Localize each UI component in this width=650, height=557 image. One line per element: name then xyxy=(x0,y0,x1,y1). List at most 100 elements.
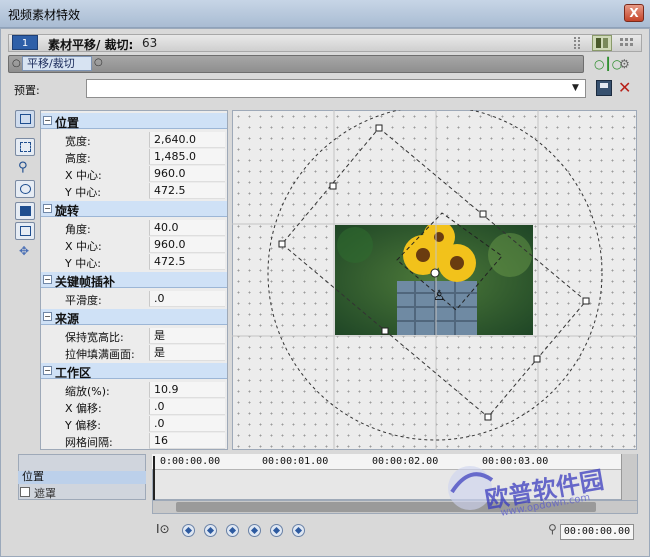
track-position[interactable]: 位置 xyxy=(18,471,146,484)
vertical-scrollbar[interactable] xyxy=(621,454,637,500)
crop-handle[interactable] xyxy=(479,210,487,218)
move-freely-tool[interactable] xyxy=(15,202,35,220)
track-mask[interactable]: 遮罩 xyxy=(34,485,56,501)
prop-label: X 中心: xyxy=(65,169,102,182)
preset-select[interactable] xyxy=(86,79,586,98)
crop-handle[interactable] xyxy=(533,355,541,363)
prop-row[interactable]: Y 偏移: .0 xyxy=(41,415,227,432)
zoom-icon: ⚲ xyxy=(18,160,28,175)
prop-row[interactable]: 角度: 40.0 xyxy=(41,219,227,236)
prop-row[interactable]: X 中心: 960.0 xyxy=(41,236,227,253)
prop-row[interactable]: Y 中心: 472.5 xyxy=(41,182,227,199)
prop-label: Y 偏移: xyxy=(65,419,101,432)
section-title: 工作区 xyxy=(55,366,92,380)
chevron-down-icon[interactable]: ▼ xyxy=(572,83,579,93)
grip-icon[interactable] xyxy=(574,37,580,49)
prop-value[interactable]: 472.5 xyxy=(149,254,225,270)
add-keyframe-button[interactable] xyxy=(270,524,283,537)
title-bar xyxy=(0,0,650,28)
prop-row[interactable]: X 中心: 960.0 xyxy=(41,165,227,182)
envelope-tool[interactable] xyxy=(15,222,35,240)
section-rotation[interactable]: − 旋转 xyxy=(41,201,227,218)
crop-handle[interactable] xyxy=(278,240,286,248)
ruler-tick: 0:00:00.00 xyxy=(160,456,221,467)
media-badge: 1 xyxy=(12,35,38,50)
crop-handle[interactable] xyxy=(484,413,492,421)
collapse-icon[interactable]: − xyxy=(43,116,52,125)
prop-value[interactable]: 960.0 xyxy=(149,237,225,253)
select-icon xyxy=(20,142,31,152)
playhead[interactable] xyxy=(153,456,155,500)
collapse-icon[interactable]: − xyxy=(43,312,52,321)
prop-row[interactable]: Y 中心: 472.5 xyxy=(41,253,227,270)
prop-value[interactable]: 16 xyxy=(149,433,225,449)
plug-icon[interactable]: ○┃○ xyxy=(594,57,622,71)
grid-layout-icon xyxy=(620,38,633,46)
prop-label: Y 中心: xyxy=(65,186,101,199)
prop-row[interactable]: 宽度: 2,640.0 xyxy=(41,131,227,148)
prop-label: 保持宽高比: xyxy=(65,331,124,344)
prop-value[interactable]: 1,485.0 xyxy=(149,149,225,165)
section-keyframe-interpolation[interactable]: − 关键帧插补 xyxy=(41,272,227,289)
preset-label: 预置: xyxy=(14,84,40,97)
prop-label: X 中心: xyxy=(65,240,102,253)
section-position[interactable]: − 位置 xyxy=(41,113,227,130)
prop-value[interactable]: 2,640.0 xyxy=(149,132,225,148)
section-workspace[interactable]: − 工作区 xyxy=(41,363,227,380)
prop-row[interactable]: 高度: 1,485.0 xyxy=(41,148,227,165)
prop-row[interactable]: 缩放(%): 10.9 xyxy=(41,381,227,398)
prop-row[interactable]: 拉伸填满画面: 是 xyxy=(41,344,227,361)
chain-item-pan-crop[interactable]: 平移/裁切 xyxy=(22,56,92,71)
frame-icon xyxy=(20,206,31,216)
prop-row[interactable]: 保持宽高比: 是 xyxy=(41,327,227,344)
collapse-icon[interactable]: − xyxy=(43,204,52,213)
prop-row[interactable]: X 偏移: .0 xyxy=(41,398,227,415)
center-handle[interactable] xyxy=(430,268,440,278)
prop-value[interactable]: 40.0 xyxy=(149,220,225,236)
last-keyframe-button[interactable] xyxy=(248,524,261,537)
prop-value[interactable]: 472.5 xyxy=(149,183,225,199)
section-source[interactable]: − 来源 xyxy=(41,309,227,326)
delete-keyframe-button[interactable] xyxy=(292,524,305,537)
prop-label: 高度: xyxy=(65,152,91,165)
move-anchor-tool[interactable]: ✥ xyxy=(15,244,35,262)
prop-value[interactable]: .0 xyxy=(149,416,225,432)
zoom-fit-tool[interactable] xyxy=(15,180,35,198)
delete-preset-icon[interactable]: ✕ xyxy=(618,78,631,97)
collapse-icon[interactable]: − xyxy=(43,366,52,375)
plugin-chooser-icon[interactable]: ⚙ xyxy=(619,57,635,71)
prop-label: 平滑度: xyxy=(65,294,102,307)
close-button[interactable]: X xyxy=(624,4,644,22)
save-preset-icon[interactable] xyxy=(596,80,612,96)
next-keyframe-button[interactable] xyxy=(226,524,239,537)
collapse-icon[interactable]: − xyxy=(43,275,52,284)
prop-value[interactable]: 是 xyxy=(149,328,225,344)
normal-edit-tool[interactable] xyxy=(15,110,35,128)
crop-handle[interactable] xyxy=(582,297,590,305)
prop-row[interactable]: 网格间隔: 16 xyxy=(41,432,227,449)
crop-handle[interactable] xyxy=(329,182,337,190)
prop-value[interactable]: 10.9 xyxy=(149,382,225,398)
sync-cursor-icon[interactable]: I⊙ xyxy=(156,522,170,536)
prop-value[interactable]: 960.0 xyxy=(149,166,225,182)
timecode-display[interactable]: 00:00:00.00 xyxy=(560,524,634,540)
grid-layout-button[interactable] xyxy=(618,35,636,51)
ruler-tick: 00:00:01.00 xyxy=(262,456,329,467)
crop-handle[interactable] xyxy=(381,327,389,335)
crop-overlay[interactable]: ♙ xyxy=(232,110,637,450)
prev-keyframe-button[interactable] xyxy=(204,524,217,537)
prop-value[interactable]: 是 xyxy=(149,345,225,361)
split-layout-button[interactable] xyxy=(592,35,612,51)
mask-checkbox[interactable] xyxy=(20,487,30,497)
prop-value[interactable]: .0 xyxy=(149,399,225,415)
chain-end-icon: ○ xyxy=(94,57,103,68)
first-keyframe-button[interactable] xyxy=(182,524,195,537)
prop-row[interactable]: 平滑度: .0 xyxy=(41,290,227,307)
crop-handle[interactable] xyxy=(375,124,383,132)
prop-value[interactable]: .0 xyxy=(149,291,225,307)
zoom-tool[interactable]: ⚲ xyxy=(15,160,35,178)
ruler-tick: 00:00:02.00 xyxy=(372,456,439,467)
prop-label: 缩放(%): xyxy=(65,385,110,398)
move-tool[interactable] xyxy=(15,138,35,156)
prop-label: 网格间隔: xyxy=(65,436,113,449)
